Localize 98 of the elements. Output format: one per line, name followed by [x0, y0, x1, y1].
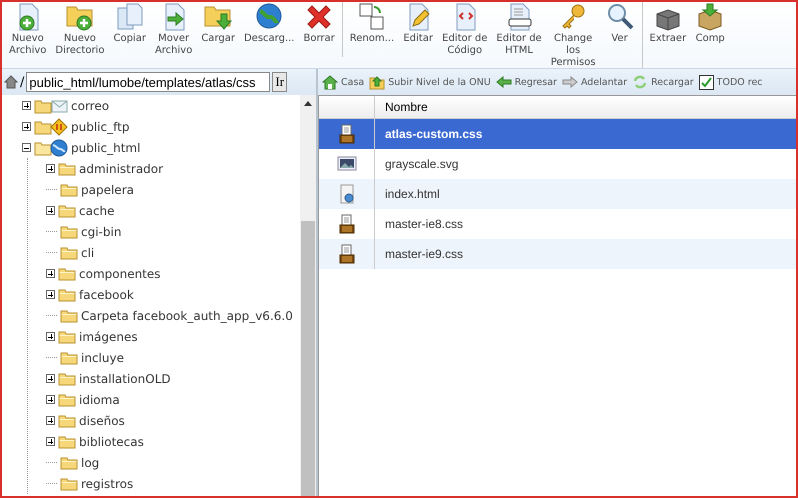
folder-icon: [58, 288, 76, 302]
folder-name[interactable]: bibliotecas: [79, 434, 144, 448]
right-arrow-icon: [562, 76, 578, 88]
checkbox-icon: [698, 74, 714, 90]
css-file-icon: [338, 124, 354, 144]
folder-name[interactable]: administrador: [79, 162, 164, 176]
expand-toggle[interactable]: [46, 437, 55, 446]
expand-toggle[interactable]: [46, 206, 55, 215]
folder-icon: [58, 434, 76, 448]
up-arrow-icon[interactable]: [304, 100, 312, 106]
toolbar-button[interactable]: Nuevo Directorio: [52, 2, 108, 57]
column-header[interactable]: Nombre: [375, 96, 428, 118]
folder-name[interactable]: papelera: [81, 182, 134, 196]
expand-toggle[interactable]: [46, 164, 55, 173]
folder-name[interactable]: Carpeta facebook_auth_app_v6.6.0: [81, 308, 293, 322]
toolbar-button[interactable]: Cargar: [198, 2, 238, 45]
left-arrow-icon: [496, 76, 512, 88]
folder-name[interactable]: facebook: [79, 288, 134, 302]
scrollbar[interactable]: [300, 95, 316, 496]
toolbar-button[interactable]: Renom...: [346, 2, 398, 45]
folder-name[interactable]: imágenes: [79, 330, 138, 344]
web-file-icon: [338, 184, 354, 204]
folder-globe-icon: [34, 138, 68, 156]
folder-arrow-icon: [369, 74, 386, 90]
folder-envelope-icon: [34, 98, 68, 114]
toolbar-button[interactable]: Copiar: [110, 2, 149, 45]
folder-name[interactable]: correo: [71, 98, 110, 112]
folder-name[interactable]: idioma: [79, 392, 120, 406]
nav-button[interactable]: TODO rec: [698, 74, 763, 90]
folder-name[interactable]: installationOLD: [79, 372, 171, 386]
folder-name[interactable]: diseños: [79, 414, 125, 428]
house-icon: [322, 74, 338, 90]
file-row[interactable]: master-ie9.css: [319, 239, 796, 269]
folder-icon: [58, 266, 76, 280]
folder-name[interactable]: cache: [79, 204, 115, 218]
toolbar-button[interactable]: Borrar: [300, 2, 338, 45]
folder-icon: [58, 414, 76, 428]
folder-icon: [60, 308, 78, 322]
expand-toggle[interactable]: [46, 332, 55, 341]
folder-name[interactable]: componentes: [79, 266, 161, 280]
toolbar-button[interactable]: Comp: [692, 2, 728, 45]
folder-warning-icon: [34, 118, 68, 136]
expand-toggle[interactable]: [22, 122, 31, 131]
image-file-icon: [336, 156, 356, 172]
toolbar-button[interactable]: Editor de Código: [439, 2, 490, 57]
path-field[interactable]: public_html/lumobe/templates/atlas/css: [26, 72, 270, 92]
folder-name[interactable]: public_ftp: [71, 120, 130, 134]
toolbar-button[interactable]: Descarg...: [240, 2, 298, 45]
file-name: atlas-custom.css: [385, 127, 482, 141]
toolbar-button[interactable]: Nuevo Archivo: [6, 2, 50, 57]
toolbar-button[interactable]: Editor de HTML: [493, 2, 545, 57]
collapse-toggle[interactable]: [22, 143, 31, 152]
folder-name[interactable]: registros: [81, 476, 134, 490]
folder-name[interactable]: incluye: [81, 350, 124, 364]
nav-button[interactable]: Adelantar: [562, 76, 628, 88]
css-file-icon: [338, 244, 354, 264]
folder-name[interactable]: log: [81, 456, 100, 470]
folder-icon: [58, 392, 76, 406]
toolbar-button[interactable]: Change los Permisos: [548, 2, 599, 68]
expand-toggle[interactable]: [22, 101, 31, 110]
go-button[interactable]: Ir: [272, 72, 288, 92]
file-name: master-ie9.css: [385, 247, 464, 261]
css-file-icon: [338, 214, 354, 234]
expand-toggle[interactable]: [46, 416, 55, 425]
folder-icon: [60, 224, 78, 238]
nav-button[interactable]: Casa: [322, 74, 364, 90]
folder-icon: [60, 182, 78, 196]
folder-icon: [58, 330, 76, 344]
toolbar-button[interactable]: Mover Archivo: [152, 2, 196, 57]
documents-icon: [114, 2, 145, 32]
file-name: grayscale.svg: [385, 157, 458, 171]
house-icon: [4, 75, 18, 89]
folder-icon: [60, 246, 78, 260]
toolbar-button[interactable]: Extraer: [646, 2, 690, 45]
toolbar-button[interactable]: Editar: [400, 2, 436, 45]
toolbar-button[interactable]: Ver: [602, 2, 638, 45]
folder-icon: [60, 476, 78, 490]
file-row[interactable]: atlas-custom.css: [319, 119, 796, 149]
path-separator: /: [20, 74, 24, 90]
folder-icon: [58, 372, 76, 386]
reload-icon: [632, 74, 648, 90]
folder-name[interactable]: cli: [81, 246, 94, 260]
file-name: master-ie8.css: [385, 217, 464, 231]
expand-toggle[interactable]: [46, 395, 55, 404]
folder-name[interactable]: cgi-bin: [81, 224, 122, 238]
expand-toggle[interactable]: [46, 374, 55, 383]
file-row[interactable]: index.html: [319, 179, 796, 209]
nav-button[interactable]: Subir Nivel de la ONU: [369, 74, 491, 90]
expand-toggle[interactable]: [46, 269, 55, 278]
folder-name[interactable]: public_html: [71, 140, 140, 154]
folder-icon: [60, 350, 78, 364]
folder-icon: [60, 456, 78, 470]
nav-button[interactable]: Recargar: [632, 74, 694, 90]
folder-icon: [58, 162, 76, 176]
expand-toggle[interactable]: [46, 290, 55, 299]
folder-icon: [58, 204, 76, 218]
file-name: index.html: [385, 187, 440, 201]
nav-button[interactable]: Regresar: [496, 76, 557, 88]
